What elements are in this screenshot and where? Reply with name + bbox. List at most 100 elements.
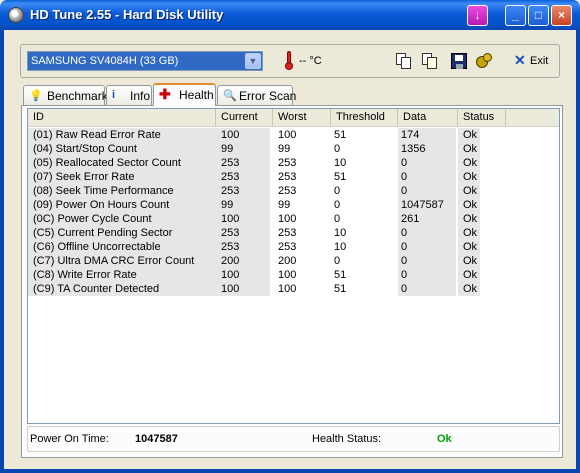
cell-status: Ok bbox=[458, 226, 480, 240]
minimize-button[interactable]: _ bbox=[505, 5, 526, 26]
cell-id: (C6) Offline Uncorrectable bbox=[28, 240, 216, 254]
cell-data: 0 bbox=[398, 170, 456, 184]
window-frame-bottom bbox=[0, 469, 580, 473]
cell-worst: 253 bbox=[278, 185, 297, 197]
cell-status: Ok bbox=[458, 254, 480, 268]
table-row[interactable]: (01) Raw Read Error Rate 100 100 51 174 Ok bbox=[28, 128, 559, 142]
options-icon[interactable] bbox=[476, 53, 492, 69]
table-row[interactable]: (C8) Write Error Rate 100 100 51 0 Ok bbox=[28, 268, 559, 282]
disk-icon[interactable] bbox=[8, 7, 24, 23]
tab-health[interactable]: ✚ Health bbox=[153, 83, 216, 106]
cell-current: 253 bbox=[216, 170, 270, 184]
cell-worst: 253 bbox=[278, 157, 297, 169]
thermometer-icon bbox=[285, 51, 293, 70]
cell-threshold: 10 bbox=[334, 227, 347, 239]
cell-current: 253 bbox=[216, 156, 270, 170]
cell-data: 174 bbox=[398, 128, 456, 142]
cell-threshold: 51 bbox=[334, 269, 347, 281]
cell-id: (05) Reallocated Sector Count bbox=[28, 156, 216, 170]
cell-current: 253 bbox=[216, 226, 270, 240]
cell-current: 200 bbox=[216, 254, 270, 268]
cell-id: (08) Seek Time Performance bbox=[28, 184, 216, 198]
tab-info[interactable]: i Info bbox=[106, 85, 152, 105]
window-frame-left bbox=[0, 30, 4, 473]
cell-data: 1356 bbox=[398, 142, 456, 156]
cell-data: 0 bbox=[398, 282, 456, 296]
health-icon: ✚ bbox=[159, 86, 171, 102]
cell-worst: 253 bbox=[278, 171, 297, 183]
cell-current: 100 bbox=[216, 268, 270, 282]
cell-status: Ok bbox=[458, 128, 480, 142]
cell-threshold: 0 bbox=[334, 213, 341, 225]
title-bar[interactable]: HD Tune 2.55 - Hard Disk Utility ↓ _ □ × bbox=[0, 0, 580, 30]
window-frame-right bbox=[576, 30, 580, 473]
cell-id: (01) Raw Read Error Rate bbox=[28, 128, 216, 142]
cell-current: 99 bbox=[216, 142, 270, 156]
table-row[interactable]: (05) Reallocated Sector Count 253 253 10 0 Ok bbox=[28, 156, 559, 170]
exit-icon: ✕ bbox=[514, 52, 526, 68]
cell-data: 0 bbox=[398, 254, 456, 268]
power-on-time-value: 1047587 bbox=[135, 433, 178, 445]
copy-icon[interactable] bbox=[396, 53, 412, 69]
temperature-value: -- °C bbox=[299, 55, 322, 67]
cell-data: 0 bbox=[398, 268, 456, 282]
cell-threshold: 0 bbox=[334, 185, 341, 197]
power-on-time-label: Power On Time: bbox=[30, 433, 109, 445]
cell-status: Ok bbox=[458, 282, 480, 296]
table-row[interactable]: (C9) TA Counter Detected 100 100 51 0 Ok bbox=[28, 282, 559, 296]
info-icon: i bbox=[112, 89, 116, 101]
table-row[interactable]: (07) Seek Error Rate 253 253 51 0 Ok bbox=[28, 170, 559, 184]
cell-current: 100 bbox=[216, 282, 270, 296]
cell-current: 100 bbox=[216, 212, 270, 226]
cell-worst: 253 bbox=[278, 241, 297, 253]
drive-select-value: SAMSUNG SV4084H (33 GB) bbox=[31, 55, 179, 67]
table-row[interactable]: (C7) Ultra DMA CRC Error Count 200 200 0 0 Ok bbox=[28, 254, 559, 268]
cell-current: 100 bbox=[216, 128, 270, 142]
cell-threshold: 10 bbox=[334, 157, 347, 169]
cell-status: Ok bbox=[458, 184, 480, 198]
cell-worst: 253 bbox=[278, 227, 297, 239]
smart-table[interactable]: ID Current Worst Threshold Data Status (… bbox=[27, 108, 560, 424]
cell-id: (09) Power On Hours Count bbox=[28, 198, 216, 212]
tab-benchmark[interactable]: 💡 Benchmark bbox=[23, 85, 108, 105]
cell-status: Ok bbox=[458, 142, 480, 156]
close-button[interactable]: × bbox=[551, 5, 572, 26]
table-row[interactable]: (04) Start/Stop Count 99 99 0 1356 Ok bbox=[28, 142, 559, 156]
cell-data: 0 bbox=[398, 156, 456, 170]
drive-select[interactable]: SAMSUNG SV4084H (33 GB) ▼ bbox=[27, 51, 263, 71]
cell-threshold: 0 bbox=[334, 199, 341, 211]
column-header-status[interactable]: Status bbox=[458, 109, 506, 126]
table-row[interactable]: (C6) Offline Uncorrectable 253 253 10 0 Ok bbox=[28, 240, 559, 254]
cell-data: 261 bbox=[398, 212, 456, 226]
column-header-id[interactable]: ID bbox=[28, 109, 216, 126]
health-status-value: Ok bbox=[437, 433, 452, 445]
cell-worst: 100 bbox=[278, 129, 297, 141]
cell-current: 253 bbox=[216, 240, 270, 254]
column-header-current[interactable]: Current bbox=[216, 109, 273, 126]
cell-current: 99 bbox=[216, 198, 270, 212]
column-header-threshold[interactable]: Threshold bbox=[331, 109, 398, 126]
magnifier-icon: 🔍 bbox=[223, 90, 237, 102]
table-row[interactable]: (09) Power On Hours Count 99 99 0 1047587 Ok bbox=[28, 198, 559, 212]
save-icon[interactable] bbox=[451, 53, 467, 69]
down-arrow-button[interactable]: ↓ bbox=[467, 5, 488, 26]
window-title: HD Tune 2.55 - Hard Disk Utility bbox=[30, 7, 224, 22]
chevron-down-icon[interactable]: ▼ bbox=[245, 53, 261, 69]
cell-worst: 99 bbox=[278, 143, 291, 155]
cell-worst: 100 bbox=[278, 283, 297, 295]
tab-error-scan[interactable]: 🔍 Error Scan bbox=[217, 85, 296, 105]
column-header-worst[interactable]: Worst bbox=[273, 109, 331, 126]
table-header: ID Current Worst Threshold Data Status bbox=[28, 109, 559, 127]
table-row[interactable]: (0C) Power Cycle Count 100 100 0 261 Ok bbox=[28, 212, 559, 226]
cell-data: 0 bbox=[398, 226, 456, 240]
table-row[interactable]: (08) Seek Time Performance 253 253 0 0 Ok bbox=[28, 184, 559, 198]
copy-all-icon[interactable] bbox=[422, 53, 438, 69]
column-header-data[interactable]: Data bbox=[398, 109, 458, 126]
table-row[interactable]: (C5) Current Pending Sector 253 253 10 0 Ok bbox=[28, 226, 559, 240]
cell-threshold: 0 bbox=[334, 255, 341, 267]
cell-id: (04) Start/Stop Count bbox=[28, 142, 216, 156]
maximize-button[interactable]: □ bbox=[528, 5, 549, 26]
cell-threshold: 51 bbox=[334, 129, 347, 141]
tab-health-label: Health bbox=[179, 88, 214, 102]
cell-status: Ok bbox=[458, 170, 480, 184]
